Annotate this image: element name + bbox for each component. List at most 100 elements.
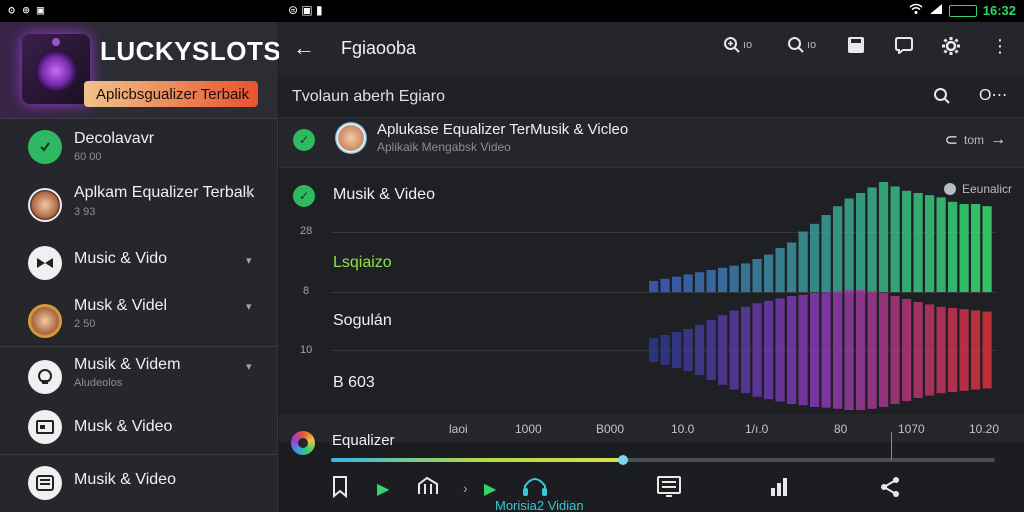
equalizer-chart-panel: ✓ Musik & Video Eeunalicr 28 8 10 Lsqiai… bbox=[279, 168, 1024, 414]
chat-button[interactable] bbox=[895, 36, 913, 54]
sidebar-item-2[interactable]: Music & Vido ▾ bbox=[0, 234, 278, 292]
equalizer-slider-fill bbox=[331, 458, 624, 462]
clock: 16:32 bbox=[982, 3, 1016, 18]
speaker-logo-icon bbox=[22, 34, 90, 104]
sidebar-item-3[interactable]: Musk & Videl 2 50 ▾ bbox=[0, 292, 278, 350]
spectrum-bar-bottom bbox=[959, 309, 969, 391]
spectrum-bar-top bbox=[844, 198, 854, 292]
spectrum-bar-bottom bbox=[913, 302, 923, 398]
sidebar-item-label: Decolavavr bbox=[74, 130, 155, 147]
sidebar-item-1[interactable]: Aplkam Equalizer Terbalk 3 93 ▾ bbox=[0, 176, 278, 234]
chevron-down-icon[interactable]: ▾ bbox=[246, 300, 252, 313]
search-icon[interactable] bbox=[933, 87, 951, 110]
spectrum-bar-bottom bbox=[879, 293, 889, 407]
equalizer-label: Equalizer bbox=[332, 432, 395, 449]
spectrum-bar-bottom bbox=[787, 296, 797, 404]
equalizer-slider-thumb[interactable] bbox=[618, 455, 629, 465]
spectrum-bar-bottom bbox=[936, 306, 946, 394]
chevron-right-icon[interactable]: › bbox=[463, 480, 468, 496]
app-row[interactable]: ✓ Aplukase Equalizer TerMusik & Vicleo A… bbox=[279, 118, 1024, 168]
sidebar-item-sub: 3 93 bbox=[74, 206, 96, 218]
search-button[interactable]: ıo bbox=[787, 36, 816, 54]
headset-icon bbox=[28, 360, 62, 394]
spectrum-bar-bottom bbox=[752, 303, 762, 397]
nav-label-active[interactable]: Morisia2 Vidian bbox=[495, 498, 584, 512]
play-icon[interactable]: ▶ bbox=[484, 479, 496, 499]
spectrum-bar-top bbox=[660, 278, 670, 292]
back-arrow-icon[interactable]: ← bbox=[293, 35, 315, 61]
brand-title: LUCKYSLOTS bbox=[100, 36, 282, 66]
bar-chart-icon[interactable] bbox=[769, 476, 791, 504]
bookmark-icon[interactable] bbox=[331, 476, 349, 504]
signal-icon bbox=[929, 3, 943, 18]
spectrum-bar-bottom bbox=[718, 315, 728, 385]
chevron-down-icon[interactable]: ▾ bbox=[246, 254, 252, 267]
spectrum-bar-bottom bbox=[660, 335, 670, 365]
spectrum-bar-bottom bbox=[683, 329, 693, 371]
spectrum-bar-top bbox=[729, 265, 739, 292]
chart-icon[interactable] bbox=[417, 476, 439, 502]
spectrum-bar-top bbox=[856, 193, 866, 292]
settings-button[interactable] bbox=[941, 36, 961, 56]
zoom-out-label: ıo bbox=[807, 39, 817, 51]
top-bar: ← Fgiaooba ıo ıo ⋮ bbox=[279, 22, 1024, 76]
save-button[interactable] bbox=[847, 36, 865, 54]
more-vert-icon[interactable]: ⋮ bbox=[991, 36, 1009, 57]
sidebar-item-5[interactable]: Musk & Video bbox=[0, 398, 278, 456]
equalizer-icon bbox=[291, 431, 315, 455]
spectrum-bar-top bbox=[706, 270, 716, 292]
brand-header: LUCKYSLOTS Aplicbsgualizer Terbaik bbox=[0, 22, 282, 118]
play-icon[interactable]: ▶ bbox=[377, 479, 389, 499]
share-icon[interactable] bbox=[879, 476, 901, 504]
sidebar-item-sub: Aludeolos bbox=[74, 377, 123, 389]
spectrum-bar-top bbox=[879, 182, 889, 292]
spectrum-bar-bottom bbox=[672, 332, 682, 368]
more-options-icon[interactable]: O⋯ bbox=[979, 85, 1007, 105]
spectrum-bar-bottom bbox=[867, 291, 877, 409]
spectrum-bar-top bbox=[718, 267, 728, 292]
spectrum-bar-top bbox=[775, 248, 785, 292]
search-row-label: Tvolaun aberh Egiaro bbox=[292, 88, 445, 105]
spectrum-bar-bottom bbox=[798, 294, 808, 406]
spectrum-bar-bottom bbox=[925, 304, 935, 396]
sidebar-item-6[interactable]: Musik & Video bbox=[0, 454, 278, 512]
spectrum-bar-bottom bbox=[775, 298, 785, 402]
spectrum-bar-top bbox=[810, 223, 820, 292]
spectrum-bar-top bbox=[764, 254, 774, 292]
spectrum-bar-bottom bbox=[902, 299, 912, 401]
check-icon bbox=[28, 130, 62, 164]
spectrum-bar-bottom bbox=[948, 308, 958, 392]
equalizer-bar: Equalizer bbox=[279, 426, 1024, 470]
sidebar-item-0[interactable]: Decolavavr 60 00 bbox=[0, 118, 278, 176]
equalizer-slider[interactable] bbox=[331, 455, 995, 465]
app-row-title: Aplukase Equalizer TerMusik & Vicleo bbox=[377, 121, 629, 138]
spectrum-bar-top bbox=[741, 263, 751, 292]
spectrum-bar-top bbox=[948, 201, 958, 292]
spectrum-bar-bottom bbox=[833, 291, 843, 409]
app-row-subtitle: Aplikaik Mengabsk Video bbox=[377, 140, 511, 154]
check-icon: ✓ bbox=[293, 129, 315, 151]
sidebar-item-sub: 60 00 bbox=[74, 151, 102, 163]
spectrum-bar-top bbox=[913, 193, 923, 292]
divider bbox=[0, 346, 278, 347]
brand-badge[interactable]: Aplicbsgualizer Terbaik bbox=[84, 81, 258, 107]
chevron-down-icon[interactable]: ▾ bbox=[246, 360, 252, 373]
spectrum-bar-bottom bbox=[706, 320, 716, 380]
headphones-icon: ⊂ bbox=[944, 132, 958, 149]
spectrum-bar-top bbox=[695, 272, 705, 292]
status-left-icons: ʘ ⊕ ▣ bbox=[8, 3, 44, 17]
status-right: 16:32 bbox=[909, 3, 1016, 18]
spectrum-bar-top bbox=[890, 186, 900, 292]
sidebar-item-label: Musk & Video bbox=[74, 418, 173, 435]
sidebar-item-label: Music & Vido bbox=[74, 250, 168, 267]
spectrum-bar-bottom bbox=[649, 338, 659, 362]
card-icon bbox=[28, 410, 62, 444]
spectrum-bar-bottom bbox=[729, 310, 739, 390]
zoom-in-button[interactable]: ıo bbox=[723, 36, 752, 54]
document-icon[interactable] bbox=[657, 476, 681, 504]
category-label: Sogulán bbox=[333, 312, 392, 329]
spectrum-bar-bottom bbox=[764, 300, 774, 400]
category-label: B 603 bbox=[333, 374, 375, 391]
chevron-down-icon[interactable]: ▾ bbox=[246, 188, 252, 201]
app-row-action[interactable]: ⊂ tom → bbox=[945, 130, 1006, 150]
